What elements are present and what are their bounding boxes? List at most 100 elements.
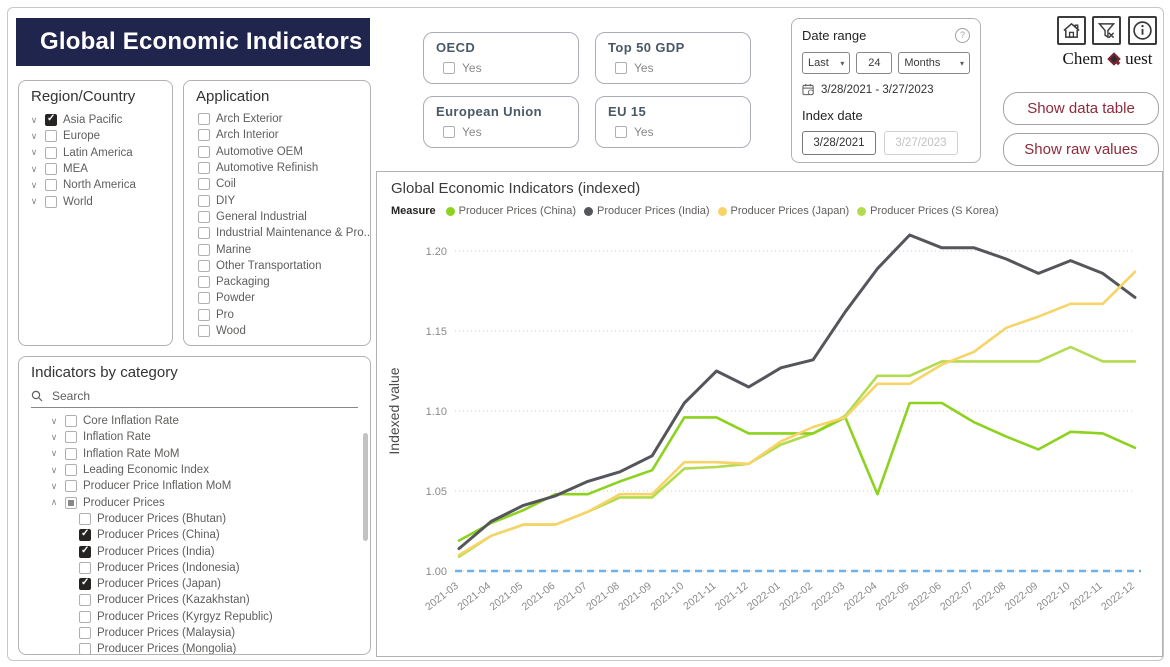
- application-item[interactable]: Packaging: [198, 274, 370, 290]
- application-item[interactable]: Marine: [198, 241, 370, 257]
- application-item[interactable]: General Industrial: [198, 209, 370, 225]
- chevron-down-icon[interactable]: ∨: [49, 481, 59, 492]
- indicator-item[interactable]: Producer Prices (Kyrgyz Republic): [49, 609, 370, 625]
- checkbox[interactable]: [198, 113, 210, 125]
- index-start-input[interactable]: [802, 131, 876, 155]
- checkbox[interactable]: [198, 260, 210, 272]
- indicator-item[interactable]: Producer Prices (Bhutan): [49, 511, 370, 527]
- indicator-item[interactable]: Producer Prices (China): [49, 527, 370, 543]
- application-item[interactable]: Coil: [198, 176, 370, 192]
- range-unit-select[interactable]: Months▾: [898, 52, 970, 74]
- indicator-item[interactable]: Producer Prices (Mongolia): [49, 641, 370, 655]
- indicator-category[interactable]: ∧Producer Prices: [49, 494, 370, 510]
- indicator-category[interactable]: ∨Leading Economic Index: [49, 462, 370, 478]
- checkbox[interactable]: [198, 292, 210, 304]
- chevron-up-icon[interactable]: ∧: [49, 497, 59, 508]
- checkbox[interactable]: [198, 325, 210, 337]
- application-item[interactable]: Industrial Maintenance & Pro...: [198, 225, 370, 241]
- region-item[interactable]: ∨Europe: [29, 128, 172, 144]
- checkbox[interactable]: [79, 594, 91, 606]
- indicator-item[interactable]: Producer Prices (Malaysia): [49, 625, 370, 641]
- chevron-down-icon[interactable]: ∨: [49, 432, 59, 443]
- application-item[interactable]: Wood: [198, 323, 370, 339]
- range-mode-select[interactable]: Last▾: [802, 52, 850, 74]
- series-line-2[interactable]: [459, 235, 1135, 549]
- application-item[interactable]: Powder: [198, 290, 370, 306]
- checkbox[interactable]: [443, 62, 455, 74]
- chevron-down-icon[interactable]: ∨: [29, 147, 39, 158]
- series-line-4[interactable]: [459, 347, 1135, 557]
- chevron-down-icon[interactable]: ∨: [49, 416, 59, 427]
- checkbox[interactable]: [79, 562, 91, 574]
- checkbox[interactable]: [79, 529, 91, 541]
- index-end-input[interactable]: [884, 131, 958, 155]
- checkbox[interactable]: [65, 448, 77, 460]
- indicator-category[interactable]: ∨Inflation Rate MoM: [49, 446, 370, 462]
- indicator-category[interactable]: ∨Inflation Rate: [49, 429, 370, 445]
- checkbox[interactable]: [79, 627, 91, 639]
- checkbox[interactable]: [65, 497, 77, 509]
- toggle-yes-row[interactable]: Yes: [424, 119, 578, 139]
- checkbox[interactable]: [45, 179, 57, 191]
- application-item[interactable]: Automotive OEM: [198, 144, 370, 160]
- region-item[interactable]: ∨Latin America: [29, 145, 172, 161]
- checkbox[interactable]: [198, 129, 210, 141]
- show-raw-values-button[interactable]: Show raw values: [1003, 133, 1159, 166]
- checkbox[interactable]: [198, 244, 210, 256]
- indicator-item[interactable]: Producer Prices (India): [49, 543, 370, 559]
- indicator-category[interactable]: ∨Core Inflation Rate: [49, 413, 370, 429]
- legend-item[interactable]: Producer Prices (S Korea): [857, 205, 998, 217]
- checkbox[interactable]: [79, 643, 91, 655]
- chevron-down-icon[interactable]: ∨: [29, 131, 39, 142]
- checkbox[interactable]: [615, 126, 627, 138]
- region-item[interactable]: ∨Asia Pacific: [29, 112, 172, 128]
- checkbox[interactable]: [198, 178, 210, 190]
- chevron-down-icon[interactable]: ∨: [49, 448, 59, 459]
- indicator-category[interactable]: ∨Producer Price Inflation MoM: [49, 478, 370, 494]
- indicator-item[interactable]: Producer Prices (Kazakhstan): [49, 592, 370, 608]
- chevron-down-icon[interactable]: ∨: [29, 115, 39, 126]
- region-item[interactable]: ∨World: [29, 193, 172, 209]
- application-item[interactable]: Pro: [198, 307, 370, 323]
- region-item[interactable]: ∨MEA: [29, 161, 172, 177]
- legend-item[interactable]: Producer Prices (India): [584, 205, 710, 217]
- indicator-item[interactable]: Producer Prices (Indonesia): [49, 560, 370, 576]
- application-item[interactable]: Other Transportation: [198, 258, 370, 274]
- application-item[interactable]: Arch Exterior: [198, 111, 370, 127]
- legend-item[interactable]: Producer Prices (Japan): [718, 205, 850, 217]
- checkbox[interactable]: [79, 611, 91, 623]
- checkbox[interactable]: [198, 227, 210, 239]
- checkbox[interactable]: [198, 211, 210, 223]
- checkbox[interactable]: [45, 130, 57, 142]
- region-item[interactable]: ∨North America: [29, 177, 172, 193]
- indicator-item[interactable]: Producer Prices (Japan): [49, 576, 370, 592]
- clear-filters-button[interactable]: [1092, 16, 1121, 45]
- checkbox[interactable]: [45, 196, 57, 208]
- checkbox[interactable]: [198, 309, 210, 321]
- checkbox[interactable]: [45, 147, 57, 159]
- checkbox[interactable]: [198, 195, 210, 207]
- chevron-down-icon[interactable]: ∨: [29, 164, 39, 175]
- application-item[interactable]: DIY: [198, 192, 370, 208]
- checkbox[interactable]: [79, 546, 91, 558]
- checkbox[interactable]: [45, 114, 57, 126]
- checkbox[interactable]: [615, 62, 627, 74]
- checkbox[interactable]: [65, 415, 77, 427]
- checkbox[interactable]: [198, 276, 210, 288]
- chevron-down-icon[interactable]: ∨: [29, 180, 39, 191]
- checkbox[interactable]: [65, 464, 77, 476]
- toggle-yes-row[interactable]: Yes: [596, 119, 750, 139]
- toggle-yes-row[interactable]: Yes: [424, 55, 578, 75]
- series-line-3[interactable]: [459, 272, 1135, 555]
- search-input[interactable]: [50, 388, 348, 404]
- series-line-1[interactable]: [459, 403, 1135, 541]
- show-data-table-button[interactable]: Show data table: [1003, 92, 1159, 125]
- range-count-input[interactable]: [856, 52, 892, 74]
- checkbox[interactable]: [198, 146, 210, 158]
- checkbox[interactable]: [198, 162, 210, 174]
- home-button[interactable]: [1057, 16, 1086, 45]
- toggle-yes-row[interactable]: Yes: [596, 55, 750, 75]
- checkbox[interactable]: [79, 513, 91, 525]
- checkbox[interactable]: [65, 431, 77, 443]
- application-item[interactable]: Automotive Refinish: [198, 160, 370, 176]
